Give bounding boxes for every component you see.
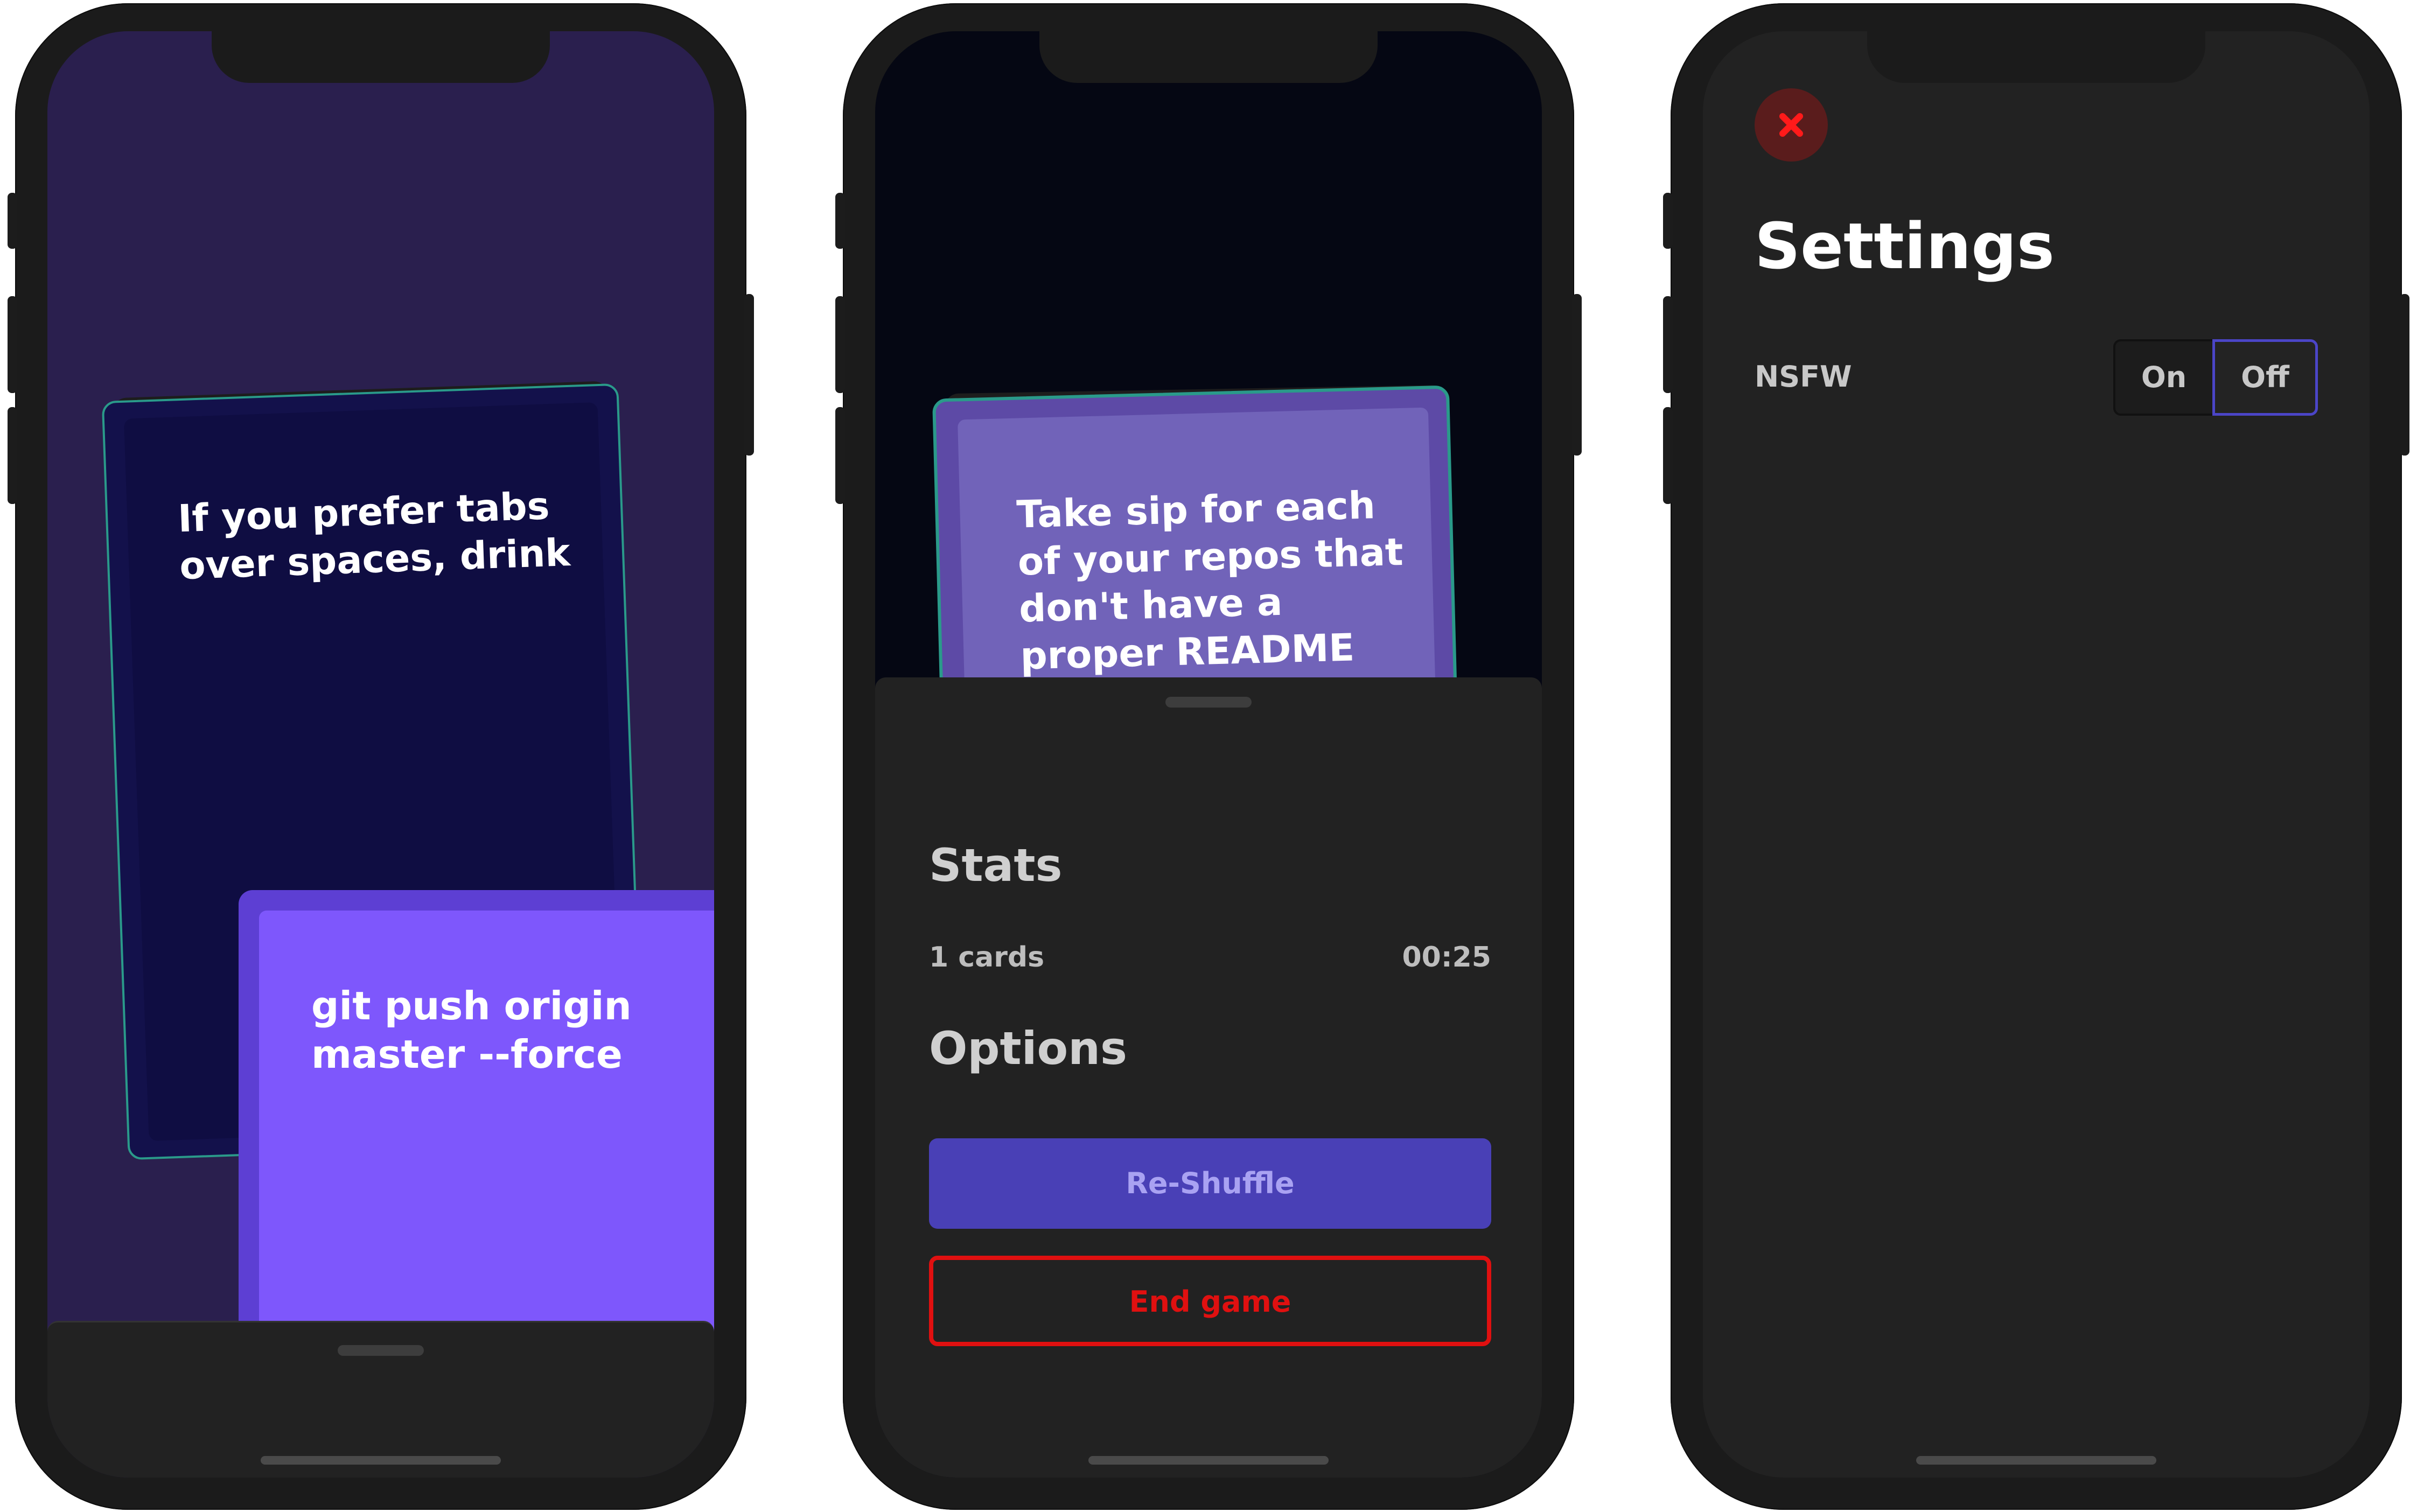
volume-up-button <box>1663 296 1673 393</box>
power-button <box>1572 294 1582 456</box>
bottom-sheet-expanded[interactable]: Stats 1 cards 00:25 Options Re-Shuffle E… <box>875 677 1542 1478</box>
end-game-button[interactable]: End game <box>929 1256 1491 1346</box>
home-indicator <box>261 1456 501 1465</box>
home-indicator <box>1088 1456 1329 1465</box>
volume-down-button <box>1663 407 1673 504</box>
phone-frame-game: If you prefer tabs over spaces, drink gi… <box>8 3 754 1510</box>
volume-up-button <box>835 296 845 393</box>
prompt-card-front-text: git push origin master --force <box>311 983 632 1077</box>
notch <box>1039 31 1378 83</box>
prompt-card-back-text: If you prefer tabs over spaces, drink <box>177 484 571 588</box>
cards-count: 1 cards <box>929 941 1045 974</box>
card-inner-panel <box>259 911 714 1375</box>
settings-title: Settings <box>1755 209 2055 283</box>
volume-down-button <box>835 407 845 504</box>
sheet-drag-handle[interactable] <box>1165 697 1252 708</box>
game-timer: 00:25 <box>1402 941 1491 974</box>
prompt-card-front[interactable]: git push origin master --force <box>239 890 714 1375</box>
game-screen: If you prefer tabs over spaces, drink gi… <box>47 31 714 1478</box>
volume-up-button <box>8 296 17 393</box>
stats-heading: Stats <box>929 839 1063 892</box>
volume-down-button <box>8 407 17 504</box>
nsfw-label: NSFW <box>1755 360 1852 394</box>
options-heading: Options <box>929 1022 1127 1075</box>
phone-frame-settings: Settings NSFW On Off <box>1663 3 2409 1510</box>
notch <box>212 31 550 83</box>
mute-switch <box>1663 193 1673 249</box>
close-icon <box>1779 113 1803 137</box>
phone-frame-stats: Take sip for each of your repos that don… <box>835 3 1582 1510</box>
settings-screen: Settings NSFW On Off <box>1703 31 2370 1478</box>
bottom-sheet-collapsed[interactable] <box>47 1321 714 1478</box>
close-button[interactable] <box>1755 88 1828 162</box>
nsfw-toggle[interactable]: On Off <box>2113 339 2318 416</box>
mute-switch <box>8 193 17 249</box>
nsfw-on-option[interactable]: On <box>2113 339 2215 416</box>
nsfw-off-option[interactable]: Off <box>2212 339 2318 416</box>
reshuffle-button[interactable]: Re-Shuffle <box>929 1138 1491 1229</box>
mute-switch <box>835 193 845 249</box>
notch <box>1867 31 2205 83</box>
sheet-drag-handle[interactable] <box>338 1345 424 1356</box>
power-button <box>744 294 754 456</box>
power-button <box>2400 294 2409 456</box>
prompt-card-text: Take sip for each of your repos that don… <box>1016 483 1404 678</box>
stats-screen: Take sip for each of your repos that don… <box>875 31 1542 1478</box>
home-indicator <box>1916 1456 2156 1465</box>
